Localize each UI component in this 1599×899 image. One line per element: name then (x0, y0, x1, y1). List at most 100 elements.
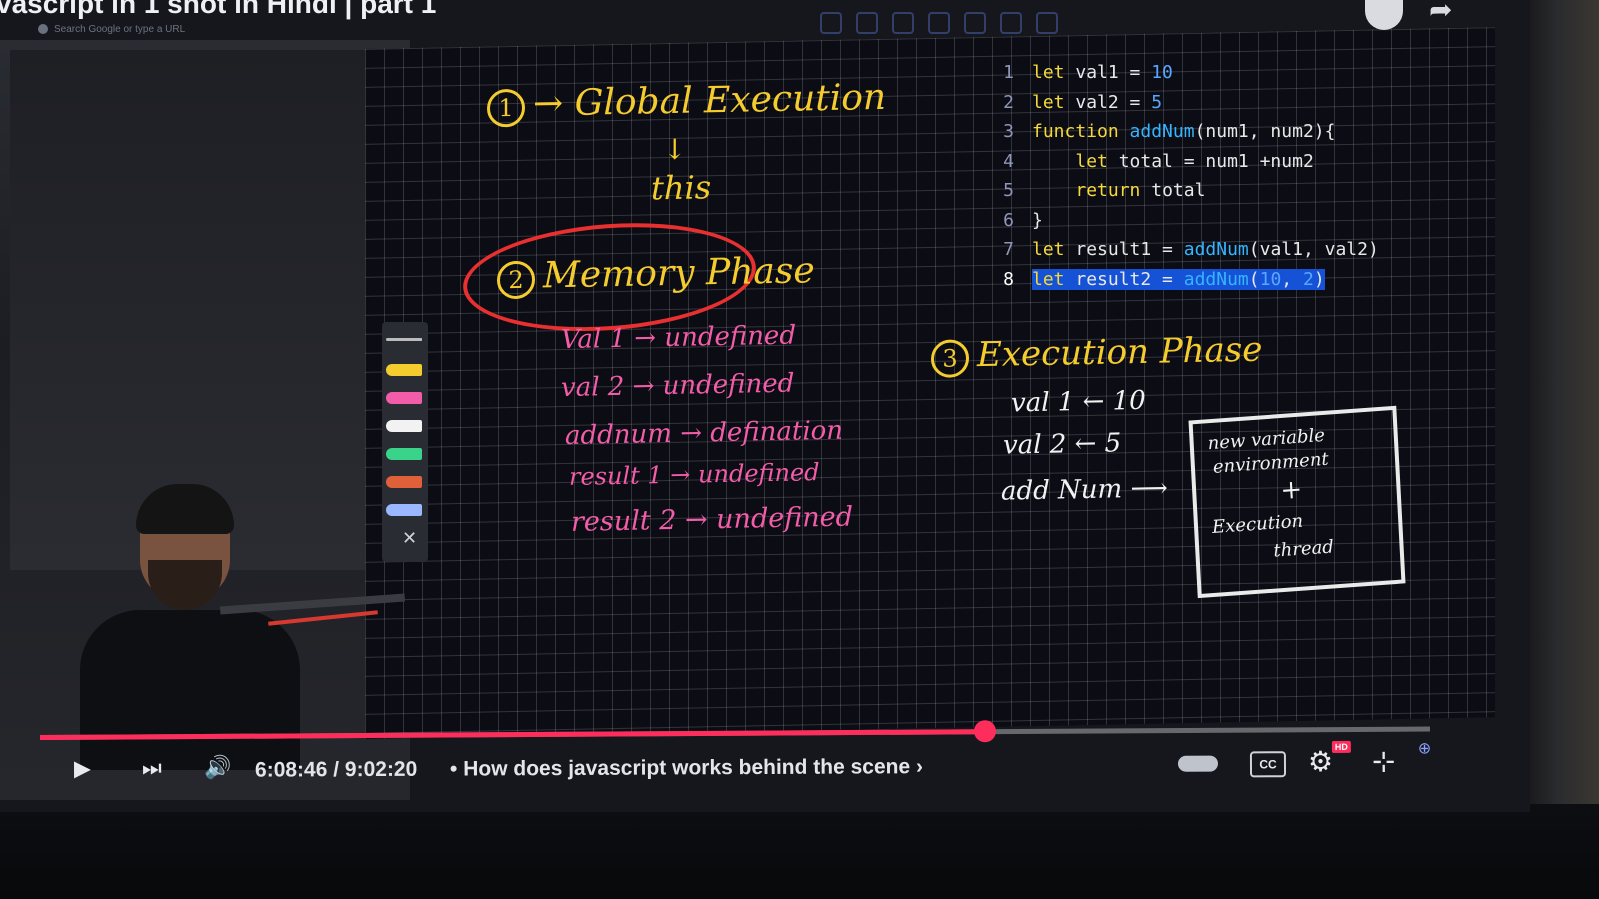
chapter-title[interactable]: • How does javascript works behind the s… (450, 755, 923, 781)
line-number: 6 (1003, 209, 1014, 231)
code-token: 2 (1302, 268, 1314, 290)
code-line[interactable]: 7 let result1 = addNum(val1, val2) (992, 235, 1432, 265)
box-line: environment (1212, 448, 1330, 478)
exec-item-value: ⟶ (1130, 473, 1168, 505)
code-token: total (1140, 180, 1206, 201)
code-line[interactable]: 5 return total (992, 176, 1432, 206)
code-token: let (1032, 239, 1065, 260)
undo-icon[interactable] (964, 12, 986, 34)
next-icon[interactable]: ⏭ (142, 755, 162, 781)
code-token: addNum (1183, 239, 1249, 260)
presenter-body (80, 610, 300, 770)
play-icon[interactable]: ▶ (74, 755, 91, 781)
share-icon[interactable]: ➦ (1429, 0, 1469, 24)
watch-later-icon[interactable] (1365, 0, 1403, 30)
line-number: 5 (1003, 180, 1014, 201)
code-line[interactable]: 4 let total = num1 +num2 (992, 147, 1432, 177)
toolbar-handle[interactable] (386, 338, 422, 341)
memory-item: result 1 → undefined (569, 458, 820, 491)
code-line[interactable]: 3 function addNum(num1, num2){ (992, 117, 1432, 147)
code-token: (num1, num2){ (1194, 121, 1336, 142)
text-tool-icon[interactable] (820, 12, 842, 34)
video-title[interactable]: vascript in 1 shot in Hindi | part 1 (0, 0, 436, 20)
zoom-icon[interactable]: ⊕ (1418, 738, 1432, 758)
memory-item: val 2 → undefined (561, 368, 795, 404)
code-token: return (1075, 180, 1141, 201)
code-text: return total (1032, 180, 1205, 201)
orange-pen-icon[interactable] (386, 476, 422, 488)
white-pen-icon[interactable] (386, 420, 422, 432)
exit-fullscreen-icon[interactable]: ⊹ (1372, 745, 1396, 778)
step-number-2: 2 (497, 260, 535, 300)
chrome-icon (38, 24, 48, 35)
autoplay-toggle[interactable] (1177, 755, 1219, 772)
code-token: result1 = (1064, 239, 1184, 260)
gear-icon[interactable]: ⚙ (1308, 745, 1333, 778)
pink-pen-icon[interactable] (386, 392, 422, 404)
code-token: val1 = (1064, 62, 1152, 83)
line-number: 4 (1003, 150, 1014, 172)
browser-search-bar[interactable]: Search Google or type a URL (38, 24, 185, 35)
code-token: total = num1 +num2 (1107, 150, 1314, 172)
code-token: let (1075, 150, 1108, 172)
code-text: function addNum(num1, num2){ (1032, 121, 1335, 142)
exec-item-name: val 1 (1011, 387, 1075, 419)
code-token: ( (1248, 268, 1260, 290)
code-token: } (1032, 209, 1043, 231)
line-number: 1 (1003, 62, 1014, 83)
exec-item-name: val 2 (1003, 429, 1067, 461)
code-text: let result1 = addNum(val1, val2) (1032, 239, 1379, 260)
memory-phase-heading: 2 Memory Phase (497, 250, 815, 300)
code-token: (val1, val2) (1248, 239, 1379, 260)
code-text: let val2 = 5 (1032, 92, 1162, 113)
volume-icon[interactable]: 🔊 (204, 755, 232, 781)
yellow-pen-icon[interactable] (386, 364, 422, 376)
code-line[interactable]: 8 let result2 = addNum(10, 2) (992, 265, 1432, 295)
step-number-1: 1 (487, 88, 525, 128)
code-line[interactable]: 1 let val1 = 10 (992, 58, 1432, 88)
code-line[interactable]: 2 let val2 = 5 (992, 88, 1432, 118)
progress-scrubber[interactable] (974, 720, 997, 743)
link-icon[interactable] (1036, 12, 1058, 34)
eraser-tool-icon[interactable] (928, 12, 950, 34)
code-token: result2 = (1064, 268, 1184, 290)
code-text: let result2 = addNum(10, 2) (1032, 268, 1325, 290)
code-token: addNum (1183, 268, 1249, 290)
line-number: 2 (1003, 91, 1014, 113)
highlighter-tool-icon[interactable] (892, 12, 914, 34)
line-number: 3 (1003, 121, 1014, 142)
box-line: thread (1272, 536, 1335, 562)
captions-button[interactable]: CC (1249, 751, 1287, 778)
code-token: val2 = (1064, 91, 1152, 113)
exec-item: add Num ⟶ (1001, 473, 1168, 506)
code-token: , (1281, 268, 1303, 290)
line-number: 7 (1003, 239, 1014, 260)
green-pen-icon[interactable] (386, 448, 422, 460)
code-text: let total = num1 +num2 (1032, 150, 1314, 172)
box-line: Execution (1211, 510, 1304, 539)
player-top-actions: ➦ (1365, 0, 1469, 30)
code-token: ) (1313, 268, 1325, 290)
exec-item-name: add Num (1001, 474, 1123, 507)
code-text: let val1 = 10 (1032, 62, 1173, 83)
redo-icon[interactable] (1000, 12, 1022, 34)
code-token: 10 (1151, 62, 1173, 83)
video-screen[interactable]: 1 → Global Execution ↓ this 2 Memory Phase… (0, 0, 1530, 812)
line-number: 8 (1003, 268, 1014, 290)
close-icon[interactable]: ✕ (402, 528, 417, 549)
step-number-3: 3 (931, 339, 969, 378)
execution-context-box: new variable environment + Execution thr… (1188, 405, 1406, 599)
presenter-hair (136, 484, 234, 534)
pen-toolbar: ✕ (382, 322, 428, 562)
monitor-bezel-bottom (0, 804, 1599, 899)
blue-pen-icon[interactable] (386, 504, 422, 516)
global-execution-heading: 1 → Global Execution (487, 77, 886, 128)
code-line[interactable]: 6} (992, 206, 1432, 236)
execution-phase-heading: 3 Execution Phase (931, 330, 1262, 378)
execution-phase-label: Execution Phase (977, 329, 1263, 376)
pen-tool-icon[interactable] (856, 12, 878, 34)
box-line: + (1279, 474, 1303, 507)
monitor-bezel-right (1529, 0, 1599, 899)
